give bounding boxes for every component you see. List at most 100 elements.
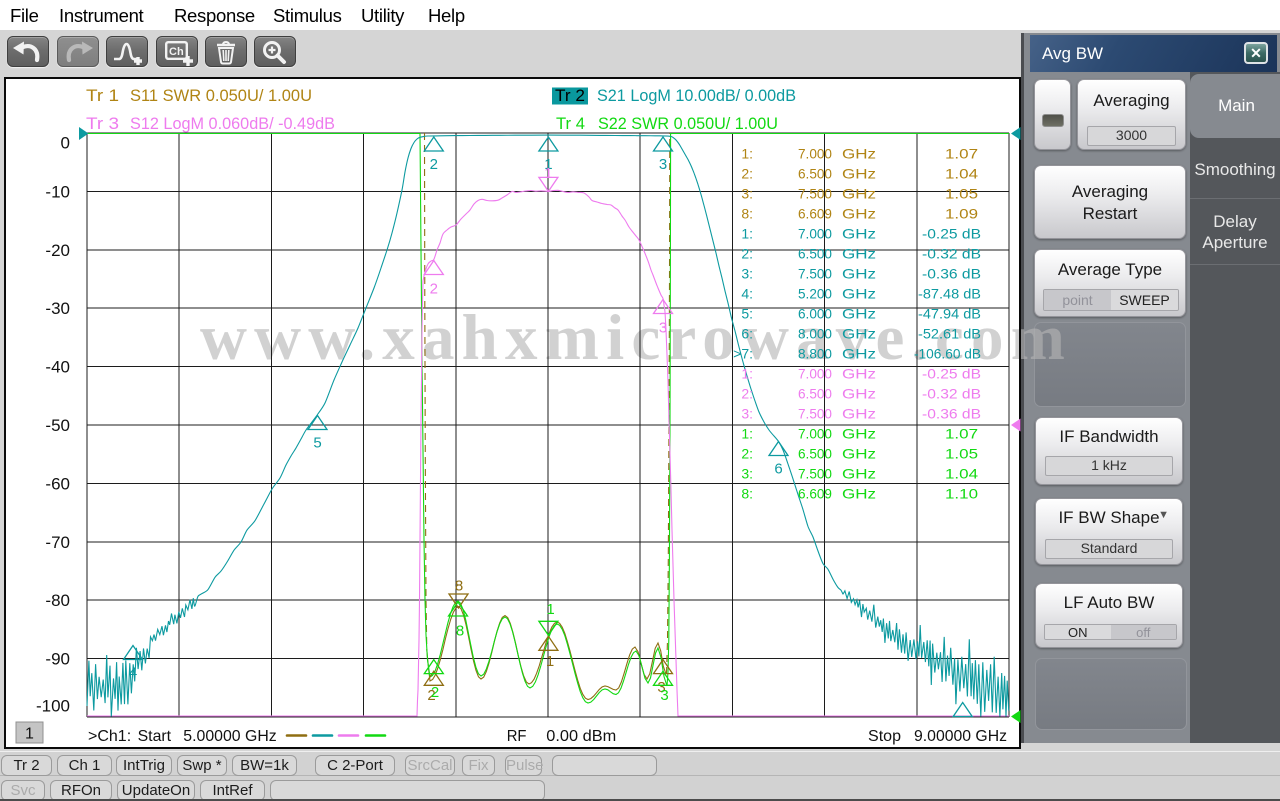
svg-text:1: 1 (546, 653, 554, 670)
svg-text:-0.25 dB: -0.25 dB (922, 226, 981, 242)
svg-text:GHz: GHz (842, 466, 876, 482)
svg-text:GHz: GHz (842, 286, 876, 302)
svg-text:-0.25 dB: -0.25 dB (922, 366, 981, 382)
svg-text:GHz: GHz (842, 166, 876, 182)
svg-text:Tr 3: Tr 3 (86, 114, 119, 133)
svg-text:-50: -50 (45, 416, 70, 435)
svg-text:0: 0 (61, 134, 70, 153)
svg-text:3:: 3: (741, 466, 753, 482)
svg-text:6.500: 6.500 (798, 446, 832, 462)
svg-text:8:: 8: (741, 486, 753, 502)
svg-text:6.609: 6.609 (798, 206, 832, 222)
svg-text:1.05: 1.05 (945, 446, 978, 462)
svg-text:-10: -10 (45, 182, 70, 201)
svg-text:S11 SWR 0.050U/ 1.00U: S11 SWR 0.050U/ 1.00U (130, 86, 312, 105)
svg-text:GHz: GHz (842, 226, 876, 242)
svg-text:3: 3 (659, 319, 667, 336)
svg-text:-70: -70 (45, 533, 70, 552)
svg-text:Tr 2: Tr 2 (555, 86, 585, 105)
svg-text:1.07: 1.07 (945, 146, 978, 162)
svg-text:GHz: GHz (842, 326, 876, 342)
svg-text:1.10: 1.10 (945, 486, 978, 502)
svg-text:8.800: 8.800 (798, 346, 832, 362)
svg-text:1:: 1: (741, 366, 753, 382)
svg-text:6:: 6: (741, 326, 753, 342)
svg-text:1.05: 1.05 (945, 186, 978, 202)
svg-text:3: 3 (659, 156, 667, 173)
svg-text:GHz: GHz (842, 406, 876, 422)
svg-text:-106.60 dB: -106.60 dB (914, 346, 981, 362)
svg-text:>7:: >7: (733, 346, 753, 362)
svg-text:Stop: Stop (868, 728, 901, 745)
svg-text:GHz: GHz (842, 346, 876, 362)
svg-text:S21 LogM 10.00dB/ 0.00dB: S21 LogM 10.00dB/ 0.00dB (597, 86, 796, 105)
svg-text:-0.32 dB: -0.32 dB (922, 246, 981, 262)
svg-text:GHz: GHz (842, 186, 876, 202)
svg-text:6.609: 6.609 (798, 486, 832, 502)
svg-text:-40: -40 (45, 358, 70, 377)
svg-text:8.000: 8.000 (798, 326, 832, 342)
svg-text:-20: -20 (45, 241, 70, 260)
svg-text:8: 8 (456, 622, 464, 639)
svg-text:1:: 1: (741, 426, 753, 442)
svg-text:2: 2 (430, 156, 438, 173)
svg-text:0.00 dBm: 0.00 dBm (546, 728, 616, 745)
svg-text:7.500: 7.500 (798, 466, 832, 482)
svg-text:2: 2 (430, 280, 438, 297)
svg-text:4:: 4: (741, 286, 753, 302)
svg-text:1.09: 1.09 (945, 206, 978, 222)
svg-text:-0.32 dB: -0.32 dB (922, 386, 981, 402)
svg-text:S12 LogM 0.060dB/ -0.49dB: S12 LogM 0.060dB/ -0.49dB (130, 114, 335, 133)
svg-text:Start: Start (138, 728, 172, 745)
svg-text:1.07: 1.07 (945, 426, 978, 442)
svg-text:4: 4 (129, 664, 137, 681)
svg-text:>Ch1:: >Ch1: (88, 728, 131, 745)
svg-text:2:: 2: (741, 166, 753, 182)
svg-text:GHz: GHz (842, 206, 876, 222)
svg-text:6.500: 6.500 (798, 386, 832, 402)
svg-text:-0.36 dB: -0.36 dB (922, 406, 981, 422)
svg-text:Tr 1: Tr 1 (86, 86, 119, 105)
svg-text:8:: 8: (741, 206, 753, 222)
svg-text:-100: -100 (36, 697, 70, 716)
svg-text:-52.61 dB: -52.61 dB (918, 326, 981, 342)
svg-text:GHz: GHz (842, 486, 876, 502)
svg-text:7.500: 7.500 (798, 406, 832, 422)
svg-text:-60: -60 (45, 474, 70, 493)
svg-text:1: 1 (25, 726, 34, 743)
svg-text:GHz: GHz (842, 306, 876, 322)
svg-text:3:: 3: (741, 406, 753, 422)
svg-text:9.00000 GHz: 9.00000 GHz (914, 728, 1007, 745)
svg-text:3: 3 (660, 687, 668, 704)
svg-text:5:: 5: (741, 306, 753, 322)
svg-text:5.200: 5.200 (798, 286, 832, 302)
svg-text:7.000: 7.000 (798, 366, 832, 382)
svg-text:-87.48 dB: -87.48 dB (918, 286, 981, 302)
svg-text:S22 SWR 0.050U/ 1.00U: S22 SWR 0.050U/ 1.00U (598, 114, 778, 133)
svg-text:5.00000 GHz: 5.00000 GHz (183, 728, 276, 745)
svg-text:2:: 2: (741, 446, 753, 462)
svg-text:6.500: 6.500 (798, 166, 832, 182)
svg-text:2:: 2: (741, 386, 753, 402)
svg-text:3:: 3: (741, 186, 753, 202)
svg-text:2:: 2: (741, 246, 753, 262)
svg-text:-80: -80 (45, 591, 70, 610)
svg-text:2: 2 (431, 684, 439, 701)
svg-text:8: 8 (455, 577, 463, 594)
svg-text:GHz: GHz (842, 266, 876, 282)
svg-text:1: 1 (546, 601, 554, 618)
svg-text:-90: -90 (45, 650, 70, 669)
svg-text:GHz: GHz (842, 366, 876, 382)
svg-text:GHz: GHz (842, 246, 876, 262)
svg-text:7.500: 7.500 (798, 266, 832, 282)
svg-text:Tr 4: Tr 4 (556, 114, 585, 133)
svg-text:GHz: GHz (842, 386, 876, 402)
svg-text:1.04: 1.04 (945, 466, 978, 482)
svg-text:7.500: 7.500 (798, 186, 832, 202)
svg-text:-0.36 dB: -0.36 dB (922, 266, 981, 282)
svg-text:1: 1 (544, 165, 552, 182)
svg-text:RF: RF (507, 728, 527, 745)
svg-text:6.500: 6.500 (798, 246, 832, 262)
svg-text:1:: 1: (741, 146, 753, 162)
svg-text:7.000: 7.000 (798, 226, 832, 242)
